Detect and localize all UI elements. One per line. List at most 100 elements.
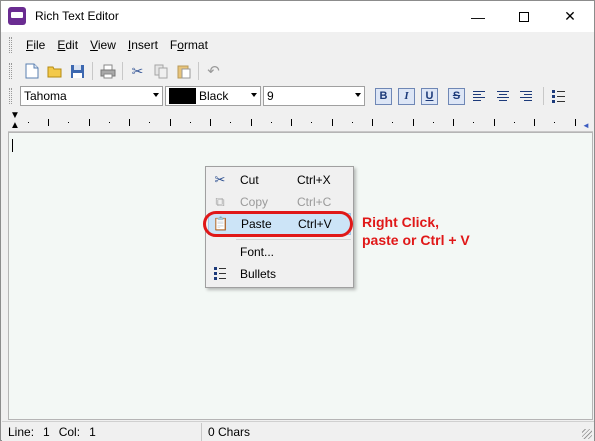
status-chars: 0 Chars: [202, 423, 580, 441]
context-menu-separator: [236, 239, 351, 240]
ruler-tick: [129, 119, 130, 126]
size-select-value: 9: [267, 89, 274, 103]
bullets-icon: [552, 90, 565, 103]
save-disk-icon: [71, 64, 84, 78]
strikethrough-icon: S: [452, 90, 461, 102]
menubar-grip[interactable]: [9, 37, 12, 53]
ruler[interactable]: ▼ ▲ ◄: [8, 110, 593, 132]
toolbar-separator: [543, 87, 544, 105]
ruler-dot: [433, 122, 434, 123]
menu-edit[interactable]: Edit: [51, 38, 84, 52]
annotation-line-1: Right Click,: [362, 214, 440, 230]
resize-grip[interactable]: [582, 429, 592, 439]
status-char-count: 0 Chars: [208, 424, 251, 439]
bullets-button[interactable]: [547, 85, 570, 107]
ruler-dot: [514, 122, 515, 123]
align-left-button[interactable]: [471, 88, 488, 105]
ruler-tick: [48, 119, 49, 126]
copy-button[interactable]: [149, 60, 172, 82]
new-document-icon: [25, 63, 38, 79]
menu-format[interactable]: Format: [164, 38, 214, 52]
menu-insert[interactable]: Insert: [122, 38, 164, 52]
app-window: Rich Text Editor — ✕ File Edit View Inse…: [0, 0, 595, 441]
paste-button[interactable]: [172, 60, 195, 82]
scissors-icon: ✂: [214, 172, 226, 187]
ruler-tick: [291, 119, 292, 126]
underline-button[interactable]: U: [421, 87, 438, 105]
ruler-tick: [89, 119, 90, 126]
paste-highlight-outline: [203, 211, 353, 237]
context-menu-copy-shortcut: Ctrl+C: [297, 195, 332, 209]
color-swatch: [169, 88, 196, 104]
italic-icon: I: [404, 90, 409, 102]
menu-file[interactable]: File: [20, 38, 51, 52]
status-col-value: 1: [89, 424, 96, 439]
ruler-dot: [190, 122, 191, 123]
color-select-value: Black: [199, 89, 229, 103]
context-menu-bullets[interactable]: Bullets: [208, 263, 351, 285]
save-button[interactable]: [66, 60, 89, 82]
annotation-text: Right Click, paste or Ctrl + V: [362, 213, 470, 249]
new-button[interactable]: [20, 60, 43, 82]
annotation-line-2: paste or Ctrl + V: [362, 232, 470, 248]
undo-icon: ↶: [207, 63, 220, 80]
text-caret: [12, 139, 13, 152]
italic-button[interactable]: I: [398, 87, 415, 105]
print-button[interactable]: [96, 60, 119, 82]
strikethrough-button[interactable]: S: [448, 87, 465, 105]
underline-icon: U: [425, 90, 434, 102]
scissors-icon: ✂: [131, 62, 144, 79]
align-right-button[interactable]: [517, 88, 534, 105]
maximize-button[interactable]: [501, 1, 547, 32]
context-menu-copy[interactable]: ⧉ Copy Ctrl+C: [208, 191, 351, 213]
ruler-dot: [109, 122, 110, 123]
ruler-tick: [494, 119, 495, 126]
ruler-tick: [170, 119, 171, 126]
paste-icon: [177, 65, 190, 78]
align-center-button[interactable]: [494, 88, 511, 105]
ruler-tick: [210, 119, 211, 126]
status-position: Line: 1 Col: 1: [2, 422, 202, 441]
color-select[interactable]: Black: [165, 86, 261, 106]
open-folder-icon: [47, 66, 61, 78]
format-toolbar-grip[interactable]: [9, 88, 12, 104]
printer-icon: [100, 64, 115, 78]
undo-button[interactable]: ↶: [202, 60, 225, 82]
menu-view[interactable]: View: [84, 38, 122, 52]
context-menu-cut[interactable]: ✂ Cut Ctrl+X: [208, 169, 351, 191]
minimize-icon: —: [471, 8, 485, 25]
copy-icon: [154, 64, 167, 78]
title-bar: Rich Text Editor — ✕: [1, 1, 594, 32]
minimize-button[interactable]: —: [455, 1, 501, 32]
cut-button[interactable]: ✂: [126, 60, 149, 82]
open-button[interactable]: [43, 60, 66, 82]
toolbar-separator: [198, 62, 199, 80]
ruler-tick: [413, 119, 414, 126]
ruler-tick: [575, 119, 576, 126]
context-menu-font-label: Font...: [240, 245, 275, 259]
bold-button[interactable]: B: [375, 87, 392, 105]
size-select[interactable]: 9: [263, 86, 365, 106]
context-menu-font[interactable]: Font...: [208, 241, 351, 263]
ruler-tick: [453, 119, 454, 126]
ruler-dot: [311, 122, 312, 123]
close-button[interactable]: ✕: [547, 1, 593, 32]
bold-icon: B: [379, 90, 388, 102]
font-select[interactable]: Tahoma: [20, 86, 163, 106]
ruler-dot: [28, 122, 29, 123]
toolbar-grip[interactable]: [9, 63, 12, 79]
ruler-dot: [352, 122, 353, 123]
maximize-icon: [519, 11, 529, 22]
ruler-dot: [68, 122, 69, 123]
close-icon: ✕: [564, 8, 576, 24]
app-icon: [8, 7, 26, 25]
font-select-value: Tahoma: [24, 89, 67, 103]
format-toolbar: Tahoma Black 9 B I U S: [9, 85, 570, 107]
status-bar: Line: 1 Col: 1 0 Chars: [2, 421, 594, 441]
toolbar-separator: [92, 62, 93, 80]
chevron-down-icon: [153, 93, 159, 97]
ruler-dot: [554, 122, 555, 123]
right-margin-icon[interactable]: ◄: [582, 121, 590, 130]
hanging-indent-icon[interactable]: ▲: [10, 121, 20, 131]
standard-toolbar: ✂ ↶: [9, 59, 225, 83]
